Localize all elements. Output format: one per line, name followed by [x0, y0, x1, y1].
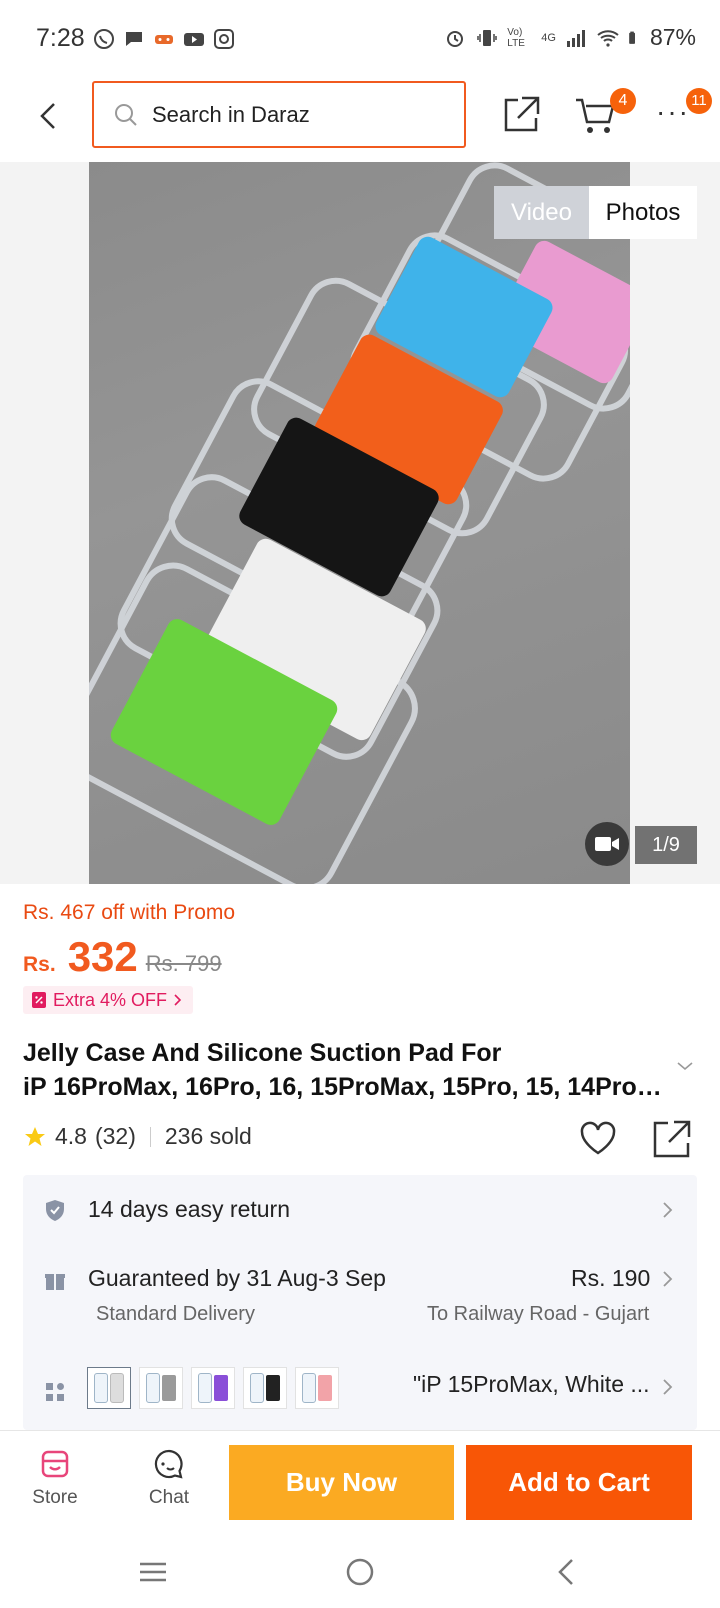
product-title-line-2: iP 16ProMax, 16Pro, 16, 15ProMax, 15Pro,… [23, 1073, 663, 1101]
add-to-cart-button[interactable]: Add to Cart [466, 1445, 692, 1520]
product-image[interactable] [89, 162, 630, 884]
whatsapp-icon [94, 29, 114, 49]
variant-thumb[interactable] [243, 1367, 287, 1409]
chat-label: Chat [148, 1487, 190, 1508]
battery-percent: 87% [649, 24, 696, 50]
signal-icon [566, 29, 585, 47]
system-icons: Vo) LTE 4G 87% [443, 24, 696, 51]
media-toggle: Video Photos [494, 186, 697, 239]
store-button[interactable]: Store [15, 1447, 95, 1509]
chevron-right-icon [663, 1202, 673, 1218]
chevron-right-icon [663, 1271, 673, 1287]
gift-box-icon [45, 1274, 65, 1290]
rating-value: 4.8 [55, 1123, 87, 1149]
delivery-fee: Rs. 190 [571, 1265, 651, 1291]
product-photo-illustration [89, 162, 630, 884]
recent-apps-icon[interactable] [135, 1554, 171, 1590]
shield-check-icon [46, 1200, 64, 1221]
current-price: 332 [67, 933, 138, 980]
delivery-info-card: 14 days easy return Guaranteed by 31 Aug… [23, 1175, 697, 1430]
tab-photos[interactable]: Photos [589, 186, 697, 239]
variant-thumb[interactable] [295, 1367, 339, 1409]
notification-icons [92, 27, 236, 51]
promo-text[interactable]: Rs. 467 off with Promo [23, 901, 235, 925]
buy-now-button[interactable]: Buy Now [229, 1445, 454, 1520]
chat-button[interactable]: Chat [129, 1447, 209, 1509]
game-icon [155, 35, 173, 44]
product-title-line-1: Jelly Case And Silicone Suction Pad For [23, 1039, 502, 1067]
notification-count-badge: 11 [686, 88, 712, 114]
selected-variant-text[interactable]: "iP 15ProMax, White ... [413, 1371, 650, 1398]
rating-row[interactable]: 4.8 (32) 236 sold [23, 1123, 252, 1150]
image-page-indicator: 1/9 [635, 826, 697, 864]
product-gallery[interactable]: Video Photos 1/9 [0, 162, 720, 884]
return-row[interactable]: 14 days easy return [23, 1175, 697, 1245]
home-icon[interactable] [342, 1554, 378, 1590]
camera-app-icon [214, 29, 234, 49]
system-nav-bar [0, 1536, 720, 1608]
share-product-icon[interactable] [652, 1119, 692, 1159]
volte-label: Vo) LTE [507, 26, 525, 49]
tab-video[interactable]: Video [494, 186, 589, 239]
video-play-button[interactable] [585, 822, 629, 866]
variant-thumb[interactable] [191, 1367, 235, 1409]
price-currency: Rs. [23, 953, 56, 976]
variant-thumbnails[interactable] [87, 1367, 339, 1409]
status-time: 7:28 [36, 24, 85, 52]
search-input[interactable]: Search in Daraz [92, 81, 466, 148]
status-bar: 7:28 Vo) LTE 4G 87% [0, 0, 720, 80]
variants-grid-icon [46, 1383, 64, 1401]
star-icon [25, 1126, 45, 1146]
alarm-icon [447, 30, 464, 47]
share-icon[interactable] [500, 94, 542, 136]
more-menu-icon[interactable]: ··· [656, 96, 690, 128]
original-price: Rs. 799 [145, 951, 222, 976]
chevron-right-icon [174, 994, 182, 1006]
network-label: 4G [541, 31, 556, 44]
wishlist-heart-icon[interactable] [578, 1119, 618, 1159]
variant-thumb[interactable] [87, 1367, 131, 1409]
delivery-guarantee-text: Guaranteed by 31 Aug-3 Sep [88, 1265, 386, 1291]
expand-title-icon[interactable] [676, 1060, 694, 1072]
message-icon [126, 32, 142, 46]
vibrate-icon [477, 29, 498, 46]
voucher-icon [32, 992, 46, 1008]
youtube-icon [184, 33, 204, 46]
nav-back-icon[interactable] [550, 1554, 586, 1590]
extra-off-label: Extra 4% OFF [53, 989, 168, 1010]
chevron-right-icon[interactable] [661, 1377, 675, 1397]
bottom-action-bar: Store Chat Buy Now Add to Cart [0, 1430, 720, 1536]
delivery-type-text: Standard Delivery [96, 1303, 255, 1325]
store-label: Store [32, 1487, 78, 1508]
delivery-destination-text: To Railway Road - Gujart [427, 1303, 650, 1325]
price-row: Rs. 332 Rs. 799 [23, 933, 222, 981]
store-icon [41, 1450, 69, 1478]
cart-count-badge: 4 [610, 88, 636, 114]
delivery-row[interactable]: Guaranteed by 31 Aug-3 Sep Rs. 190 Stand… [23, 1245, 697, 1361]
back-icon[interactable] [30, 96, 70, 136]
video-camera-icon [595, 837, 619, 851]
chat-icon [154, 1449, 183, 1479]
product-title[interactable]: Jelly Case And Silicone Suction Pad For … [23, 1036, 663, 1104]
search-placeholder: Search in Daraz [152, 101, 310, 127]
rating-divider [149, 1126, 151, 1147]
return-policy-text: 14 days easy return [88, 1196, 291, 1222]
battery-icon [629, 31, 635, 44]
review-count: (32) [94, 1123, 136, 1149]
extra-off-badge[interactable]: Extra 4% OFF [23, 986, 194, 1014]
sold-count: 236 sold [164, 1123, 252, 1149]
wifi-icon [597, 29, 619, 47]
variant-thumb[interactable] [139, 1367, 183, 1409]
search-icon [115, 103, 137, 126]
